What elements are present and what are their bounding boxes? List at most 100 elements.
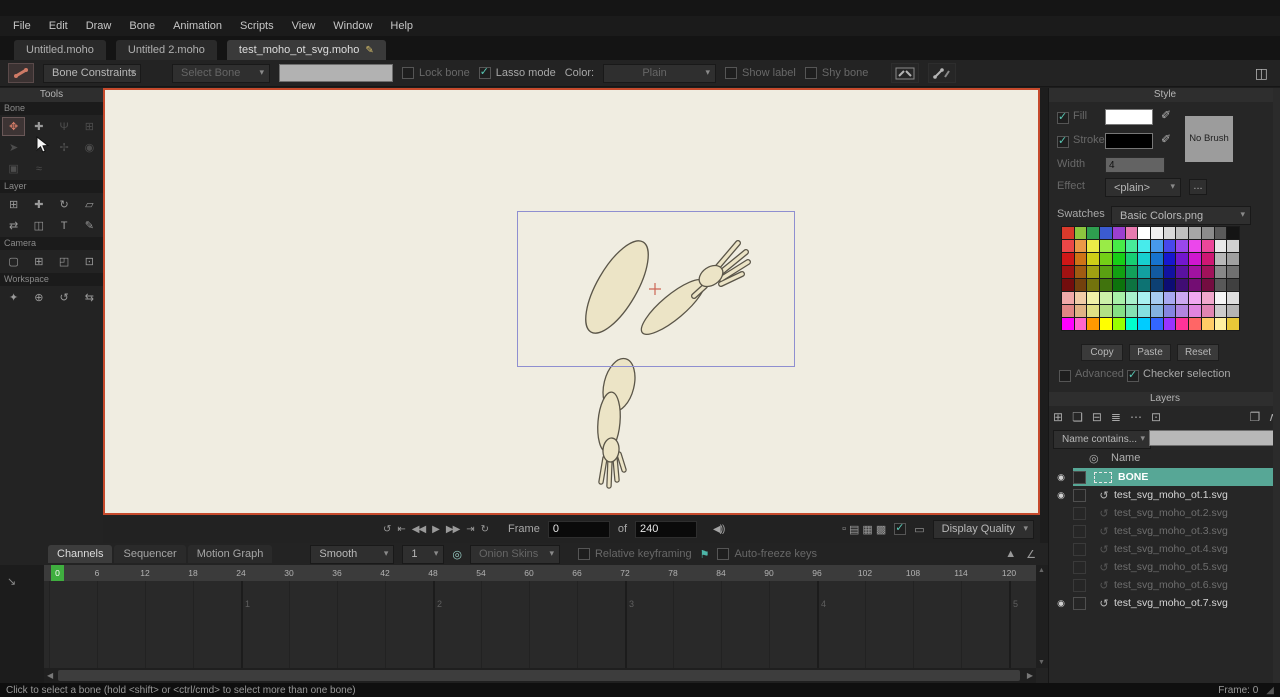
timeline-track[interactable]: 12345 — [44, 581, 1036, 668]
canvas[interactable] — [103, 88, 1040, 515]
lock-bone-checkbox[interactable] — [402, 67, 414, 79]
swatch-4-10[interactable] — [1189, 279, 1201, 291]
swatch-5-9[interactable] — [1176, 292, 1188, 304]
copy-layer-icon[interactable]: ⊡ — [1151, 410, 1161, 424]
visibility-icon[interactable]: ◉ — [1049, 472, 1073, 483]
swatch-3-10[interactable] — [1189, 266, 1201, 278]
swatch-6-10[interactable] — [1189, 305, 1201, 317]
swatch-0-1[interactable] — [1075, 227, 1087, 239]
swatch-1-10[interactable] — [1189, 240, 1201, 252]
swatch-6-13[interactable] — [1227, 305, 1239, 317]
swatch-2-2[interactable] — [1087, 253, 1099, 265]
more-layer-options-icon[interactable]: ⋯ — [1130, 410, 1142, 424]
swatch-2-13[interactable] — [1227, 253, 1239, 265]
right-panel-scrollbar[interactable] — [1273, 88, 1280, 683]
layer-row-1[interactable]: ◉BONE — [1049, 468, 1273, 486]
width-input[interactable] — [1105, 157, 1165, 173]
swatch-7-12[interactable] — [1215, 318, 1227, 330]
quality-flat-icon[interactable]: ▤ — [849, 523, 859, 536]
flip-layer-tool[interactable]: ⇄ — [2, 216, 25, 235]
step-forward-icon[interactable]: ▶▶ — [446, 524, 459, 535]
swatch-4-12[interactable] — [1215, 279, 1227, 291]
swatch-4-3[interactable] — [1100, 279, 1112, 291]
step-back-icon[interactable]: ◀◀ — [412, 524, 425, 535]
swatch-0-7[interactable] — [1151, 227, 1163, 239]
swatch-6-3[interactable] — [1100, 305, 1112, 317]
swatch-2-6[interactable] — [1138, 253, 1150, 265]
swatch-6-7[interactable] — [1151, 305, 1163, 317]
rotate-layer-tool[interactable]: ↻ — [53, 195, 76, 214]
swatch-0-12[interactable] — [1215, 227, 1227, 239]
pan-workspace-tool[interactable]: ✦ — [2, 288, 25, 307]
swatch-0-4[interactable] — [1113, 227, 1125, 239]
swatch-7-9[interactable] — [1176, 318, 1188, 330]
swatch-6-12[interactable] — [1215, 305, 1227, 317]
swatch-4-0[interactable] — [1062, 279, 1074, 291]
loop-play-icon[interactable]: ↻ — [481, 524, 488, 535]
layer-row-7[interactable]: ↺test_svg_moho_ot.6.svg — [1049, 576, 1273, 594]
timeline-tab-channels[interactable]: Channels — [48, 545, 112, 563]
swatch-6-6[interactable] — [1138, 305, 1150, 317]
display-quality-dropdown[interactable]: Display Quality — [933, 520, 1034, 539]
swatch-6-4[interactable] — [1113, 305, 1125, 317]
expand-timeline-icon[interactable]: ↘ — [7, 575, 16, 588]
swatch-4-11[interactable] — [1202, 279, 1214, 291]
add-bone-tool[interactable]: ✚ — [27, 117, 50, 136]
bone-constraints-dropdown[interactable]: Bone Constraints — [43, 64, 141, 83]
menu-window[interactable]: Window — [324, 17, 381, 35]
swatch-1-12[interactable] — [1215, 240, 1227, 252]
layer-row-2[interactable]: ◉↺test_svg_moho_ot.1.svg — [1049, 486, 1273, 504]
swatch-5-1[interactable] — [1075, 292, 1087, 304]
visibility-icon[interactable]: ◉ — [1049, 598, 1073, 609]
play-icon[interactable]: ▶ — [432, 524, 439, 535]
timeline-ruler[interactable]: 0612182430364248546066727884909610210811… — [44, 565, 1036, 581]
swatch-4-1[interactable] — [1075, 279, 1087, 291]
quality-full-icon[interactable]: ▩ — [876, 523, 886, 536]
layer-selector-tool[interactable]: ◫ — [27, 216, 50, 235]
fill-eyedropper-icon[interactable]: ✐ — [1161, 108, 1171, 122]
swatch-3-3[interactable] — [1100, 266, 1112, 278]
hscroll-thumb[interactable] — [58, 670, 1020, 681]
current-frame-input[interactable] — [548, 521, 610, 538]
swatch-7-6[interactable] — [1138, 318, 1150, 330]
stroke-color-swatch[interactable] — [1105, 133, 1153, 149]
frame-0-marker[interactable]: 0 — [51, 565, 64, 581]
checker-selection-checkbox[interactable] — [1127, 370, 1139, 382]
timeline-scale-icon[interactable]: ∠ — [1026, 548, 1036, 561]
layer-comps-icon[interactable]: ❐ — [1249, 410, 1260, 424]
roll-camera-tool[interactable]: ◰ — [53, 252, 76, 271]
pan-tilt-camera-tool[interactable]: ⊡ — [78, 252, 101, 271]
swatch-2-11[interactable] — [1202, 253, 1214, 265]
new-group-icon[interactable]: ⊟ — [1092, 410, 1102, 424]
swatch-1-9[interactable] — [1176, 240, 1188, 252]
swatch-2-12[interactable] — [1215, 253, 1227, 265]
swatch-0-2[interactable] — [1087, 227, 1099, 239]
swatch-7-3[interactable] — [1100, 318, 1112, 330]
onion-skin-icon[interactable]: ◎ — [452, 548, 462, 561]
menu-file[interactable]: File — [4, 17, 40, 35]
swatch-1-3[interactable] — [1100, 240, 1112, 252]
offset-bone-tool[interactable]: ✢ — [53, 138, 76, 157]
quality-wireframe-icon[interactable]: ▫ — [842, 523, 846, 536]
swatch-3-11[interactable] — [1202, 266, 1214, 278]
swatch-4-9[interactable] — [1176, 279, 1188, 291]
fill-color-swatch[interactable] — [1105, 109, 1153, 125]
relative-keyframing-checkbox[interactable] — [578, 548, 590, 560]
jump-start-icon[interactable]: ⇤ — [397, 524, 404, 535]
mirror-bones-button[interactable] — [928, 63, 956, 83]
swatch-5-12[interactable] — [1215, 292, 1227, 304]
swatch-0-11[interactable] — [1202, 227, 1214, 239]
swatch-2-3[interactable] — [1100, 253, 1112, 265]
swatch-5-7[interactable] — [1151, 292, 1163, 304]
menu-help[interactable]: Help — [381, 17, 422, 35]
bind-points-tool[interactable]: ∴ — [27, 138, 50, 157]
swatch-5-8[interactable] — [1164, 292, 1176, 304]
swatch-2-9[interactable] — [1176, 253, 1188, 265]
swatch-3-7[interactable] — [1151, 266, 1163, 278]
menu-bone[interactable]: Bone — [120, 17, 164, 35]
swatch-1-6[interactable] — [1138, 240, 1150, 252]
bone-color-dropdown[interactable]: Plain — [603, 64, 716, 83]
swatch-7-7[interactable] — [1151, 318, 1163, 330]
swatch-4-13[interactable] — [1227, 279, 1239, 291]
swatch-5-3[interactable] — [1100, 292, 1112, 304]
